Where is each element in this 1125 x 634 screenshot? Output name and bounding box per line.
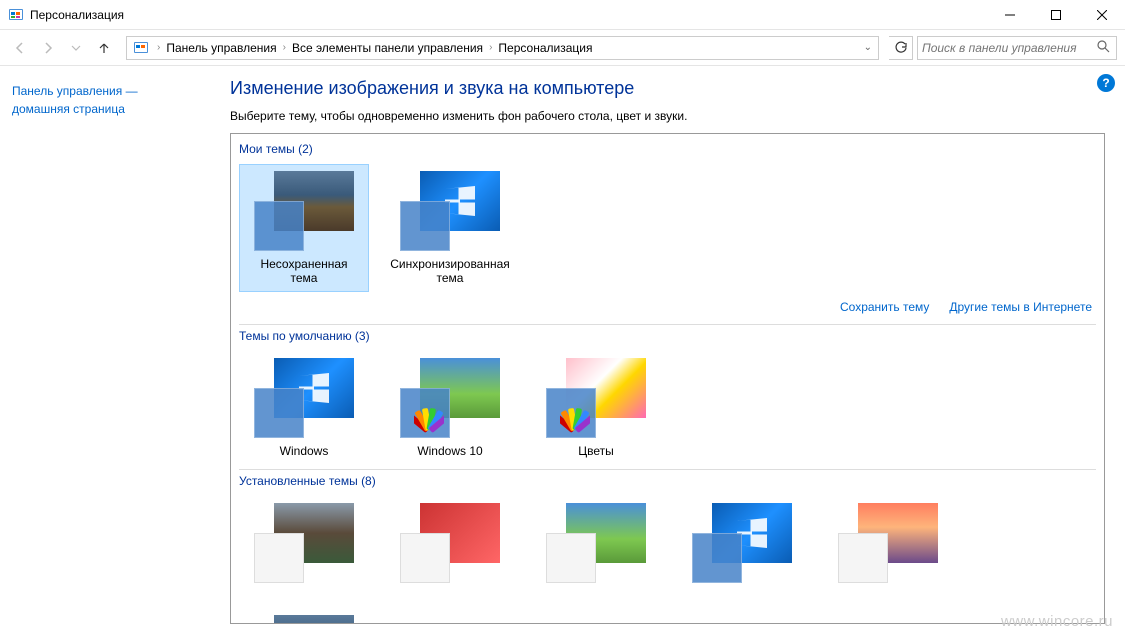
theme-item[interactable] xyxy=(677,496,807,596)
theme-item[interactable]: Цветы xyxy=(531,351,661,465)
forward-button[interactable] xyxy=(36,36,60,60)
up-button[interactable] xyxy=(92,36,116,60)
save-theme-link[interactable]: Сохранить тему xyxy=(840,300,929,314)
theme-item[interactable] xyxy=(531,496,661,596)
theme-thumbnail xyxy=(546,358,646,438)
theme-thumbnail xyxy=(838,503,938,583)
chevron-right-icon[interactable]: › xyxy=(489,42,492,53)
theme-thumbnail xyxy=(254,615,354,624)
minimize-button[interactable] xyxy=(987,0,1033,29)
section-header-installed-themes: Установленные темы (8) xyxy=(239,474,1096,488)
theme-item[interactable] xyxy=(385,496,515,596)
theme-thumbnail xyxy=(254,171,354,251)
theme-item[interactable] xyxy=(823,496,953,596)
window-controls xyxy=(987,0,1125,29)
watermark: www.wincore.ru xyxy=(1001,613,1113,630)
breadcrumb[interactable]: › Панель управления › Все элементы панел… xyxy=(126,36,879,60)
chevron-right-icon[interactable]: › xyxy=(157,42,160,53)
close-button[interactable] xyxy=(1079,0,1125,29)
theme-item[interactable]: Синхронизированная тема xyxy=(385,164,515,292)
breadcrumb-icon xyxy=(133,40,149,56)
theme-label: Синхронизированная тема xyxy=(390,257,510,285)
search-input[interactable] xyxy=(922,41,1094,55)
theme-label: Windows xyxy=(280,444,329,458)
refresh-button[interactable] xyxy=(889,36,913,60)
theme-item[interactable]: Windows 10 xyxy=(385,351,515,465)
theme-label: Несохраненная тема xyxy=(246,257,362,285)
themes-scroll-area[interactable]: Мои темы (2) Несохраненная тема Синхрониз… xyxy=(230,133,1105,624)
default-themes-grid: Windows Windows 10 Цветы xyxy=(239,351,1096,465)
section-header-default-themes: Темы по умолчанию (3) xyxy=(239,329,1096,343)
page-heading: Изменение изображения и звука на компьют… xyxy=(230,78,1105,99)
chevron-right-icon[interactable]: › xyxy=(283,42,286,53)
divider xyxy=(239,324,1096,325)
theme-thumbnail xyxy=(254,358,354,438)
recent-dropdown[interactable] xyxy=(64,36,88,60)
theme-thumbnail xyxy=(400,358,500,438)
help-button[interactable]: ? xyxy=(1097,74,1115,92)
theme-item[interactable]: Windows xyxy=(239,351,369,465)
page-subtitle: Выберите тему, чтобы одновременно измени… xyxy=(230,109,1105,123)
breadcrumb-item[interactable]: Панель управления xyxy=(164,39,278,57)
window-title: Персонализация xyxy=(30,8,987,22)
theme-thumbnail xyxy=(400,171,500,251)
search-icon[interactable] xyxy=(1094,40,1112,56)
theme-thumbnail xyxy=(692,503,792,583)
search-box[interactable] xyxy=(917,36,1117,60)
theme-label: Цветы xyxy=(578,444,614,458)
titlebar: Персонализация xyxy=(0,0,1125,30)
my-themes-grid: Несохраненная тема Синхронизированная тем… xyxy=(239,164,1096,292)
installed-themes-grid xyxy=(239,496,1096,624)
theme-thumbnail xyxy=(400,503,500,583)
more-themes-link[interactable]: Другие темы в Интернете xyxy=(949,300,1092,314)
sidebar: Панель управления — домашняя страница xyxy=(0,66,210,634)
window-icon xyxy=(8,7,24,23)
section-header-my-themes: Мои темы (2) xyxy=(239,142,1096,156)
theme-item[interactable] xyxy=(239,608,369,624)
theme-thumbnail xyxy=(546,503,646,583)
theme-thumbnail xyxy=(254,503,354,583)
back-button[interactable] xyxy=(8,36,32,60)
breadcrumb-item[interactable]: Все элементы панели управления xyxy=(290,39,485,57)
divider xyxy=(239,469,1096,470)
control-panel-home-link[interactable]: Панель управления — домашняя страница xyxy=(12,84,138,116)
breadcrumb-history-dropdown[interactable]: ⌄ xyxy=(864,42,872,53)
breadcrumb-item[interactable]: Персонализация xyxy=(496,39,594,57)
theme-item[interactable]: Несохраненная тема xyxy=(239,164,369,292)
maximize-button[interactable] xyxy=(1033,0,1079,29)
theme-label: Windows 10 xyxy=(417,444,482,458)
theme-item[interactable] xyxy=(239,496,369,596)
main-content: ? Изменение изображения и звука на компь… xyxy=(210,66,1125,634)
toolbar: › Панель управления › Все элементы панел… xyxy=(0,30,1125,66)
